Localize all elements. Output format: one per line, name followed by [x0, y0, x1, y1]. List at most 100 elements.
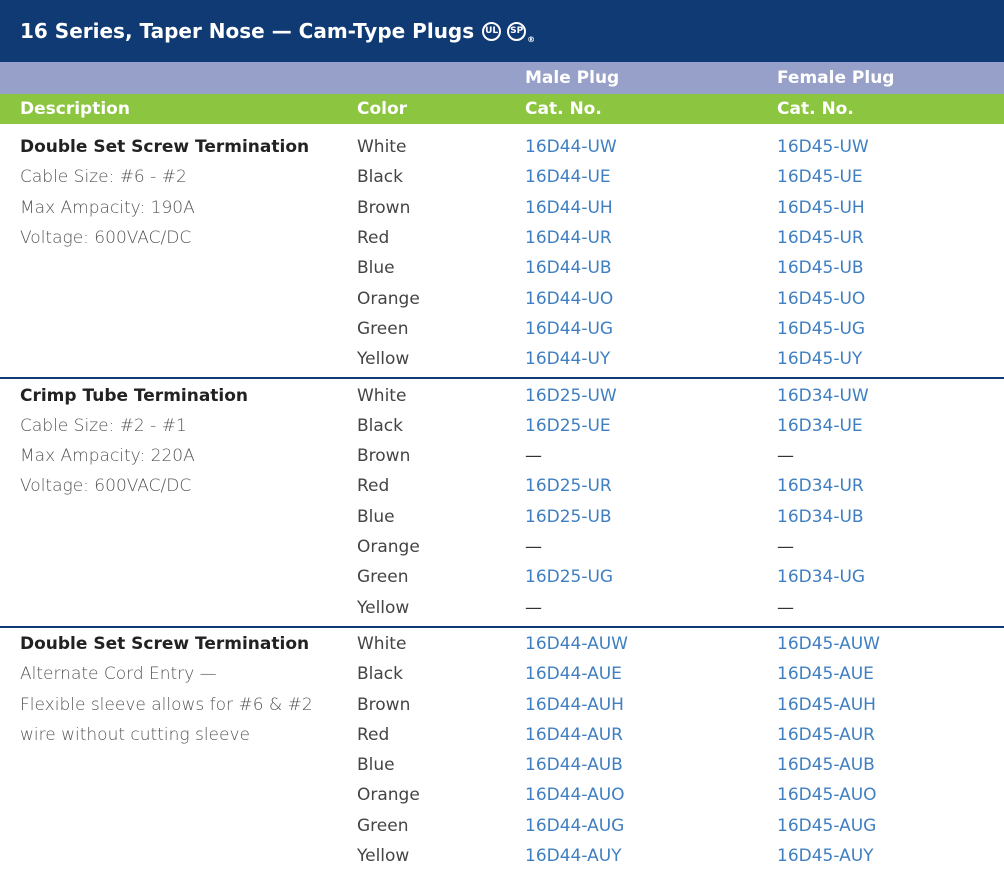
female-cat-no-cell: 16D45-UG [777, 318, 866, 339]
color-cell: White [357, 633, 407, 654]
female-plug-header: Female Plug [777, 68, 895, 88]
male-cat-no-cell: — [525, 446, 542, 467]
male-cat-no-cell: 16D25-UE [525, 415, 611, 436]
color-cell: Orange [357, 288, 420, 309]
color-cell: Brown [357, 197, 411, 218]
male-cat-no-cell: 16D44-AUH [525, 694, 624, 715]
female-cat-no-cell: 16D45-UH [777, 197, 865, 218]
page-title: 16 Series, Taper Nose — Cam-Type Plugs [20, 19, 475, 43]
table-row: White 16D25-UW 16D34-UW [0, 380, 1004, 410]
color-cell: Red [357, 476, 390, 497]
male-cat-no-cell: 16D44-AUO [525, 785, 625, 806]
table-row: White 16D44-UW 16D45-UW [0, 132, 1004, 162]
table-row: Brown 16D44-UH 16D45-UH [0, 193, 1004, 223]
female-cat-no-cell: 16D45-AUY [777, 846, 874, 867]
table-row: Yellow 16D44-AUY 16D45-AUY [0, 841, 1004, 871]
female-cat-no-cell: — [777, 446, 794, 467]
male-cat-no-cell: 16D25-UB [525, 506, 612, 527]
male-cat-no-header: Cat. No. [525, 99, 602, 119]
female-cat-no-cell: 16D45-UE [777, 167, 863, 188]
table-row: Green 16D44-AUG 16D45-AUG [0, 811, 1004, 841]
female-cat-no-cell: 16D45-AUE [777, 664, 874, 685]
male-cat-no-cell: 16D44-AUE [525, 664, 622, 685]
male-cat-no-cell: 16D44-AUR [525, 724, 623, 745]
male-cat-no-cell: 16D44-UB [525, 258, 612, 279]
table-row: White 16D44-AUW 16D45-AUW [0, 629, 1004, 659]
male-cat-no-cell: 16D44-UW [525, 137, 617, 158]
female-cat-no-cell: 16D45-AUB [777, 755, 875, 776]
female-cat-no-cell: 16D45-AUH [777, 694, 876, 715]
male-cat-no-cell: 16D44-UR [525, 228, 612, 249]
female-cat-no-cell: 16D45-UR [777, 228, 864, 249]
color-cell: Blue [357, 258, 395, 279]
color-cell: Orange [357, 537, 420, 558]
table-row: Green 16D44-UG 16D45-UG [0, 314, 1004, 344]
color-cell: Green [357, 318, 409, 339]
male-cat-no-cell: 16D44-UG [525, 318, 614, 339]
color-cell: Black [357, 415, 403, 436]
color-cell: Brown [357, 446, 411, 467]
female-cat-no-cell: 16D34-UG [777, 567, 866, 588]
male-cat-no-cell: 16D44-UY [525, 349, 611, 370]
male-cat-no-cell: — [525, 597, 542, 618]
color-header: Color [357, 99, 408, 119]
color-cell: Yellow [357, 349, 410, 370]
female-cat-no-cell: 16D45-UY [777, 349, 863, 370]
female-cat-no-cell: 16D45-UO [777, 288, 866, 309]
color-cell: White [357, 385, 407, 406]
table-row: Blue 16D44-UB 16D45-UB [0, 253, 1004, 283]
color-cell: Black [357, 167, 403, 188]
table-row: Blue 16D44-AUB 16D45-AUB [0, 750, 1004, 780]
female-cat-no-cell: 16D45-UW [777, 137, 869, 158]
female-cat-no-cell: — [777, 597, 794, 618]
table-row: Orange — — [0, 532, 1004, 562]
male-cat-no-cell: 16D25-UR [525, 476, 612, 497]
table-row: Red 16D44-AUR 16D45-AUR [0, 720, 1004, 750]
table-row: Orange 16D44-UO 16D45-UO [0, 284, 1004, 314]
group-divider [0, 377, 1004, 380]
color-cell: Orange [357, 785, 420, 806]
male-cat-no-cell: 16D25-UG [525, 567, 614, 588]
color-cell: Green [357, 567, 409, 588]
table-row: Blue 16D25-UB 16D34-UB [0, 502, 1004, 532]
table-row: Black 16D44-AUE 16D45-AUE [0, 659, 1004, 689]
color-cell: Brown [357, 694, 411, 715]
table-row: Black 16D25-UE 16D34-UE [0, 411, 1004, 441]
female-cat-no-cell: 16D34-UE [777, 415, 863, 436]
title-bar: 16 Series, Taper Nose — Cam-Type Plugs U… [0, 0, 1004, 62]
table-row: Orange 16D44-AUO 16D45-AUO [0, 780, 1004, 810]
male-cat-no-cell: 16D44-UE [525, 167, 611, 188]
table-row: Red 16D25-UR 16D34-UR [0, 471, 1004, 501]
registered-mark-icon: ® [527, 35, 536, 44]
male-cat-no-cell: — [525, 537, 542, 558]
ul-listed-icon: UL [482, 21, 502, 41]
female-cat-no-cell: 16D34-UW [777, 385, 869, 406]
female-cat-no-cell: 16D34-UR [777, 476, 864, 497]
male-cat-no-cell: 16D44-AUB [525, 755, 623, 776]
color-cell: Red [357, 228, 390, 249]
male-cat-no-cell: 16D44-AUW [525, 633, 628, 654]
table-row: Green 16D25-UG 16D34-UG [0, 562, 1004, 592]
table-row: Yellow 16D44-UY 16D45-UY [0, 344, 1004, 374]
female-cat-no-cell: 16D34-UB [777, 506, 864, 527]
male-cat-no-cell: 16D44-UH [525, 197, 613, 218]
female-cat-no-cell: 16D45-AUG [777, 815, 877, 836]
plug-type-header: Male Plug Female Plug [0, 62, 1004, 94]
color-cell: Green [357, 815, 409, 836]
color-cell: Yellow [357, 597, 410, 618]
male-plug-header: Male Plug [525, 68, 620, 88]
male-cat-no-cell: 16D44-AUG [525, 815, 625, 836]
color-cell: Blue [357, 755, 395, 776]
table-row: Brown — — [0, 441, 1004, 471]
csa-certified-icon: SP [507, 21, 527, 41]
color-cell: Yellow [357, 846, 410, 867]
male-cat-no-cell: 16D44-AUY [525, 846, 622, 867]
female-cat-no-cell: 16D45-UB [777, 258, 864, 279]
female-cat-no-cell: — [777, 537, 794, 558]
color-cell: Blue [357, 506, 395, 527]
male-cat-no-cell: 16D25-UW [525, 385, 617, 406]
male-cat-no-cell: 16D44-UO [525, 288, 614, 309]
table-row: Black 16D44-UE 16D45-UE [0, 162, 1004, 192]
table-row: Brown 16D44-AUH 16D45-AUH [0, 689, 1004, 719]
group-divider [0, 625, 1004, 628]
